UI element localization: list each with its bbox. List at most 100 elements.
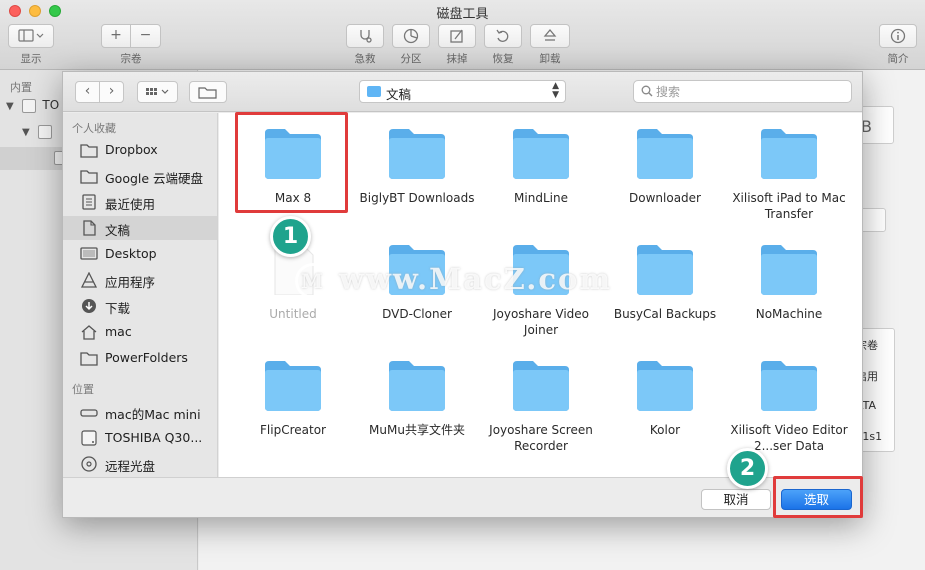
sidebar-item[interactable]: mac [63, 320, 217, 344]
step-1-badge: 1 [270, 216, 311, 257]
folder-icon [635, 359, 695, 411]
info-label: 简介 [887, 53, 909, 65]
file-item-folder[interactable]: Xilisoft Video Editor 2...ser Data [729, 347, 849, 457]
erase-button[interactable] [438, 24, 476, 48]
dialog-sidebar: 个人收藏 Dropbox Google 云端硬盘 最近使用文稿 Desktop 应用程序… [63, 113, 218, 477]
sidebar-item[interactable]: 最近使用 [63, 190, 217, 214]
folder-icon [80, 168, 98, 184]
sidebar-item[interactable]: Google 云端硬盘 [63, 164, 217, 188]
search-input[interactable] [656, 83, 841, 100]
grid-view-icon [145, 88, 168, 95]
erase-label: 抹掉 [446, 53, 468, 65]
file-name: BusyCal Backups [613, 307, 717, 321]
partition-label: 分区 [400, 53, 422, 65]
desktop-icon [80, 246, 98, 262]
folder-icon [387, 359, 447, 411]
sidebar-item[interactable]: 应用程序 [63, 268, 217, 292]
sidebar-item-label: 最近使用 [105, 197, 156, 212]
step-2-badge: 2 [727, 448, 768, 489]
new-folder-icon [198, 87, 217, 99]
file-name: Kolor [649, 423, 681, 437]
view-mode-button[interactable] [137, 81, 178, 103]
dialog-toolbar: ‹ › 文稿 ▲ ▼ [63, 72, 862, 112]
applications-icon [80, 271, 98, 288]
file-item-folder[interactable]: BiglyBT Downloads [357, 115, 477, 225]
favorites-heading: 个人收藏 [72, 122, 116, 135]
folder-icon [635, 127, 695, 179]
sidebar-item-label: TOSHIBA Q30... [105, 430, 203, 445]
disk-row[interactable]: ▼ TO [6, 98, 59, 113]
sidebar-item-label: PowerFolders [105, 350, 188, 365]
partition-icon [403, 28, 419, 44]
file-name: Joyoshare Video Joiner [492, 307, 590, 337]
search-field[interactable] [633, 80, 852, 103]
new-folder-button[interactable] [189, 81, 227, 103]
sidebar-item[interactable]: TOSHIBA Q30... [63, 426, 217, 450]
file-name: FlipCreator [260, 423, 326, 437]
file-item-folder[interactable]: Joyoshare Screen Recorder [481, 347, 601, 457]
folder-icon [759, 359, 819, 411]
folder-icon [387, 127, 447, 179]
info-button[interactable] [879, 24, 917, 48]
container-row[interactable]: ▼ [22, 124, 52, 139]
window-title: 磁盘工具 [436, 7, 489, 22]
cancel-button[interactable]: 取消 [701, 489, 771, 510]
disclosure-triangle-icon: ▼ [22, 127, 30, 138]
file-item-folder[interactable]: NoMachine [729, 231, 849, 341]
file-item-folder[interactable]: Downloader [605, 115, 725, 225]
file-item-folder[interactable]: FlipCreator [233, 347, 353, 457]
sidebar-item-label: Google 云端硬盘 [105, 171, 204, 186]
folder-icon [263, 359, 323, 411]
home-icon [80, 324, 98, 340]
file-name: DVD-Cloner [382, 307, 452, 321]
chevron-right-icon: › [108, 83, 115, 99]
sidebar-item[interactable]: Desktop [63, 242, 217, 266]
search-icon [641, 85, 653, 97]
file-item-folder[interactable]: Xilisoft iPad to Mac Transfer [729, 115, 849, 225]
sidebar-item[interactable]: 文稿 [63, 216, 217, 240]
folder-icon [80, 142, 98, 158]
folder-icon [511, 359, 571, 411]
partition-button[interactable] [392, 24, 430, 48]
forward-button[interactable]: › [99, 81, 124, 103]
sidebar-item[interactable]: mac的Mac mini [63, 400, 217, 424]
erase-icon [450, 29, 463, 43]
downloads-icon [80, 298, 98, 314]
updown-chevron-icon: ▲ ▼ [552, 81, 559, 100]
file-item-folder[interactable]: BusyCal Backups [605, 231, 725, 341]
sidebar-item[interactable]: PowerFolders [63, 346, 217, 370]
info-icon [890, 28, 906, 44]
remove-volume-button[interactable]: − [130, 24, 161, 48]
file-name: NoMachine [755, 307, 823, 321]
highlight-box-choose [773, 476, 863, 518]
unmount-button[interactable] [530, 24, 570, 48]
sidebar-item-label: mac的Mac mini [105, 407, 201, 422]
sidebar-item-label: 下载 [105, 301, 131, 316]
folder-icon [511, 127, 571, 179]
file-item-folder[interactable]: MuMu共享文件夹 [357, 347, 477, 457]
file-name: Xilisoft iPad to Mac Transfer [732, 191, 846, 221]
firstaid-button[interactable] [346, 24, 384, 48]
restore-button[interactable] [484, 24, 522, 48]
add-volume-button[interactable]: + [101, 24, 131, 48]
unmount-label: 卸载 [539, 53, 561, 65]
documents-icon [80, 220, 98, 236]
sidebar-toggle-icon [18, 29, 44, 42]
volume-label: 宗卷 [120, 53, 142, 65]
sidebar-item[interactable]: 下载 [63, 294, 217, 318]
watermark: Mwww.MacZ.com [295, 262, 612, 299]
folder-icon [759, 127, 819, 179]
file-item-folder[interactable]: Kolor [605, 347, 725, 457]
display-button[interactable] [8, 24, 54, 48]
disk-icon [80, 430, 98, 446]
sidebar-item[interactable]: Dropbox [63, 138, 217, 162]
sidebar-item[interactable]: 远程光盘 [63, 452, 217, 476]
file-item-folder[interactable]: MindLine [481, 115, 601, 225]
file-name: Joyoshare Screen Recorder [489, 423, 593, 453]
folder-icon [759, 243, 819, 295]
location-popup[interactable]: 文稿 ▲ ▼ [359, 80, 566, 103]
back-button[interactable]: ‹ [75, 81, 100, 103]
file-name: MindLine [514, 191, 568, 205]
highlight-box-max8 [235, 112, 348, 213]
chevron-left-icon: ‹ [84, 83, 91, 99]
